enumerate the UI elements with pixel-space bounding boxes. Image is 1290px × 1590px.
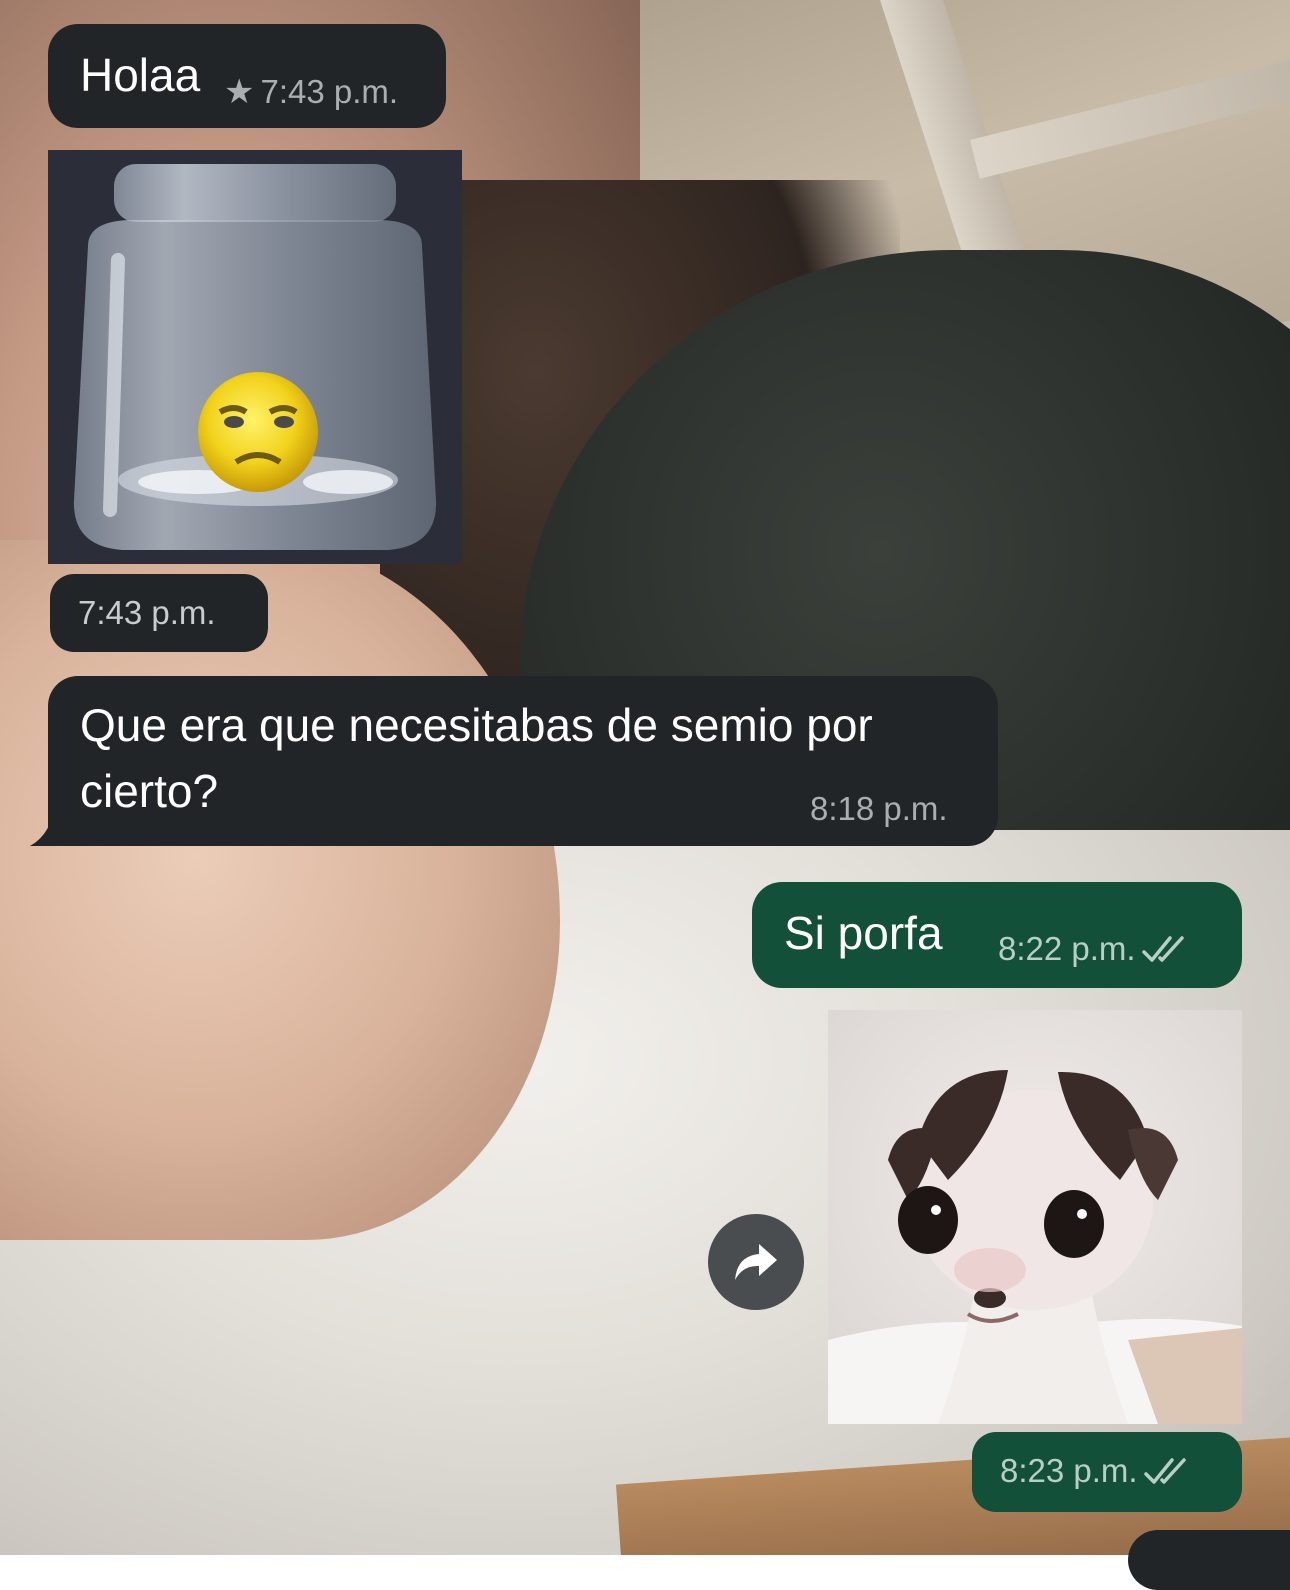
forward-button[interactable] [708, 1214, 804, 1310]
sticker-time-chip: 7:43 p.m. [50, 574, 268, 652]
message-bubble-incoming[interactable]: Que era que necesitabas de semio por cie… [48, 676, 998, 846]
message-bubble-outgoing[interactable]: Si porfa 8:22 p.m. [752, 882, 1242, 988]
jar-emoji-sticker-image [48, 150, 462, 564]
message-time: 7:43 p.m. [260, 73, 399, 110]
double-check-read-icon [1140, 932, 1188, 966]
jar-emoji-sticker[interactable] [48, 150, 462, 564]
message-text: Holaa [80, 49, 201, 101]
message-list[interactable]: Holaa ★ 7:43 p.m. 7:43 p.m. Que era que … [0, 0, 1290, 1590]
sticker-time-chip: 8:23 p.m. [972, 1432, 1242, 1512]
double-check-read-icon [1142, 1454, 1190, 1488]
message-time: 8:23 p.m. [1000, 1452, 1138, 1489]
chihuahua-sticker-image [828, 1010, 1242, 1424]
message-time: 8:22 p.m. [998, 930, 1136, 967]
star-icon: ★ [224, 73, 255, 111]
message-time: 7:43 p.m. [78, 594, 216, 631]
message-time: 8:18 p.m. [810, 790, 948, 827]
message-text: Si porfa [784, 907, 943, 959]
chihuahua-sticker[interactable] [828, 1010, 1242, 1424]
forward-arrow-icon [735, 1244, 777, 1280]
message-bubble-incoming-partial[interactable] [1128, 1530, 1290, 1590]
message-bubble-incoming[interactable]: Holaa ★ 7:43 p.m. [48, 24, 446, 128]
